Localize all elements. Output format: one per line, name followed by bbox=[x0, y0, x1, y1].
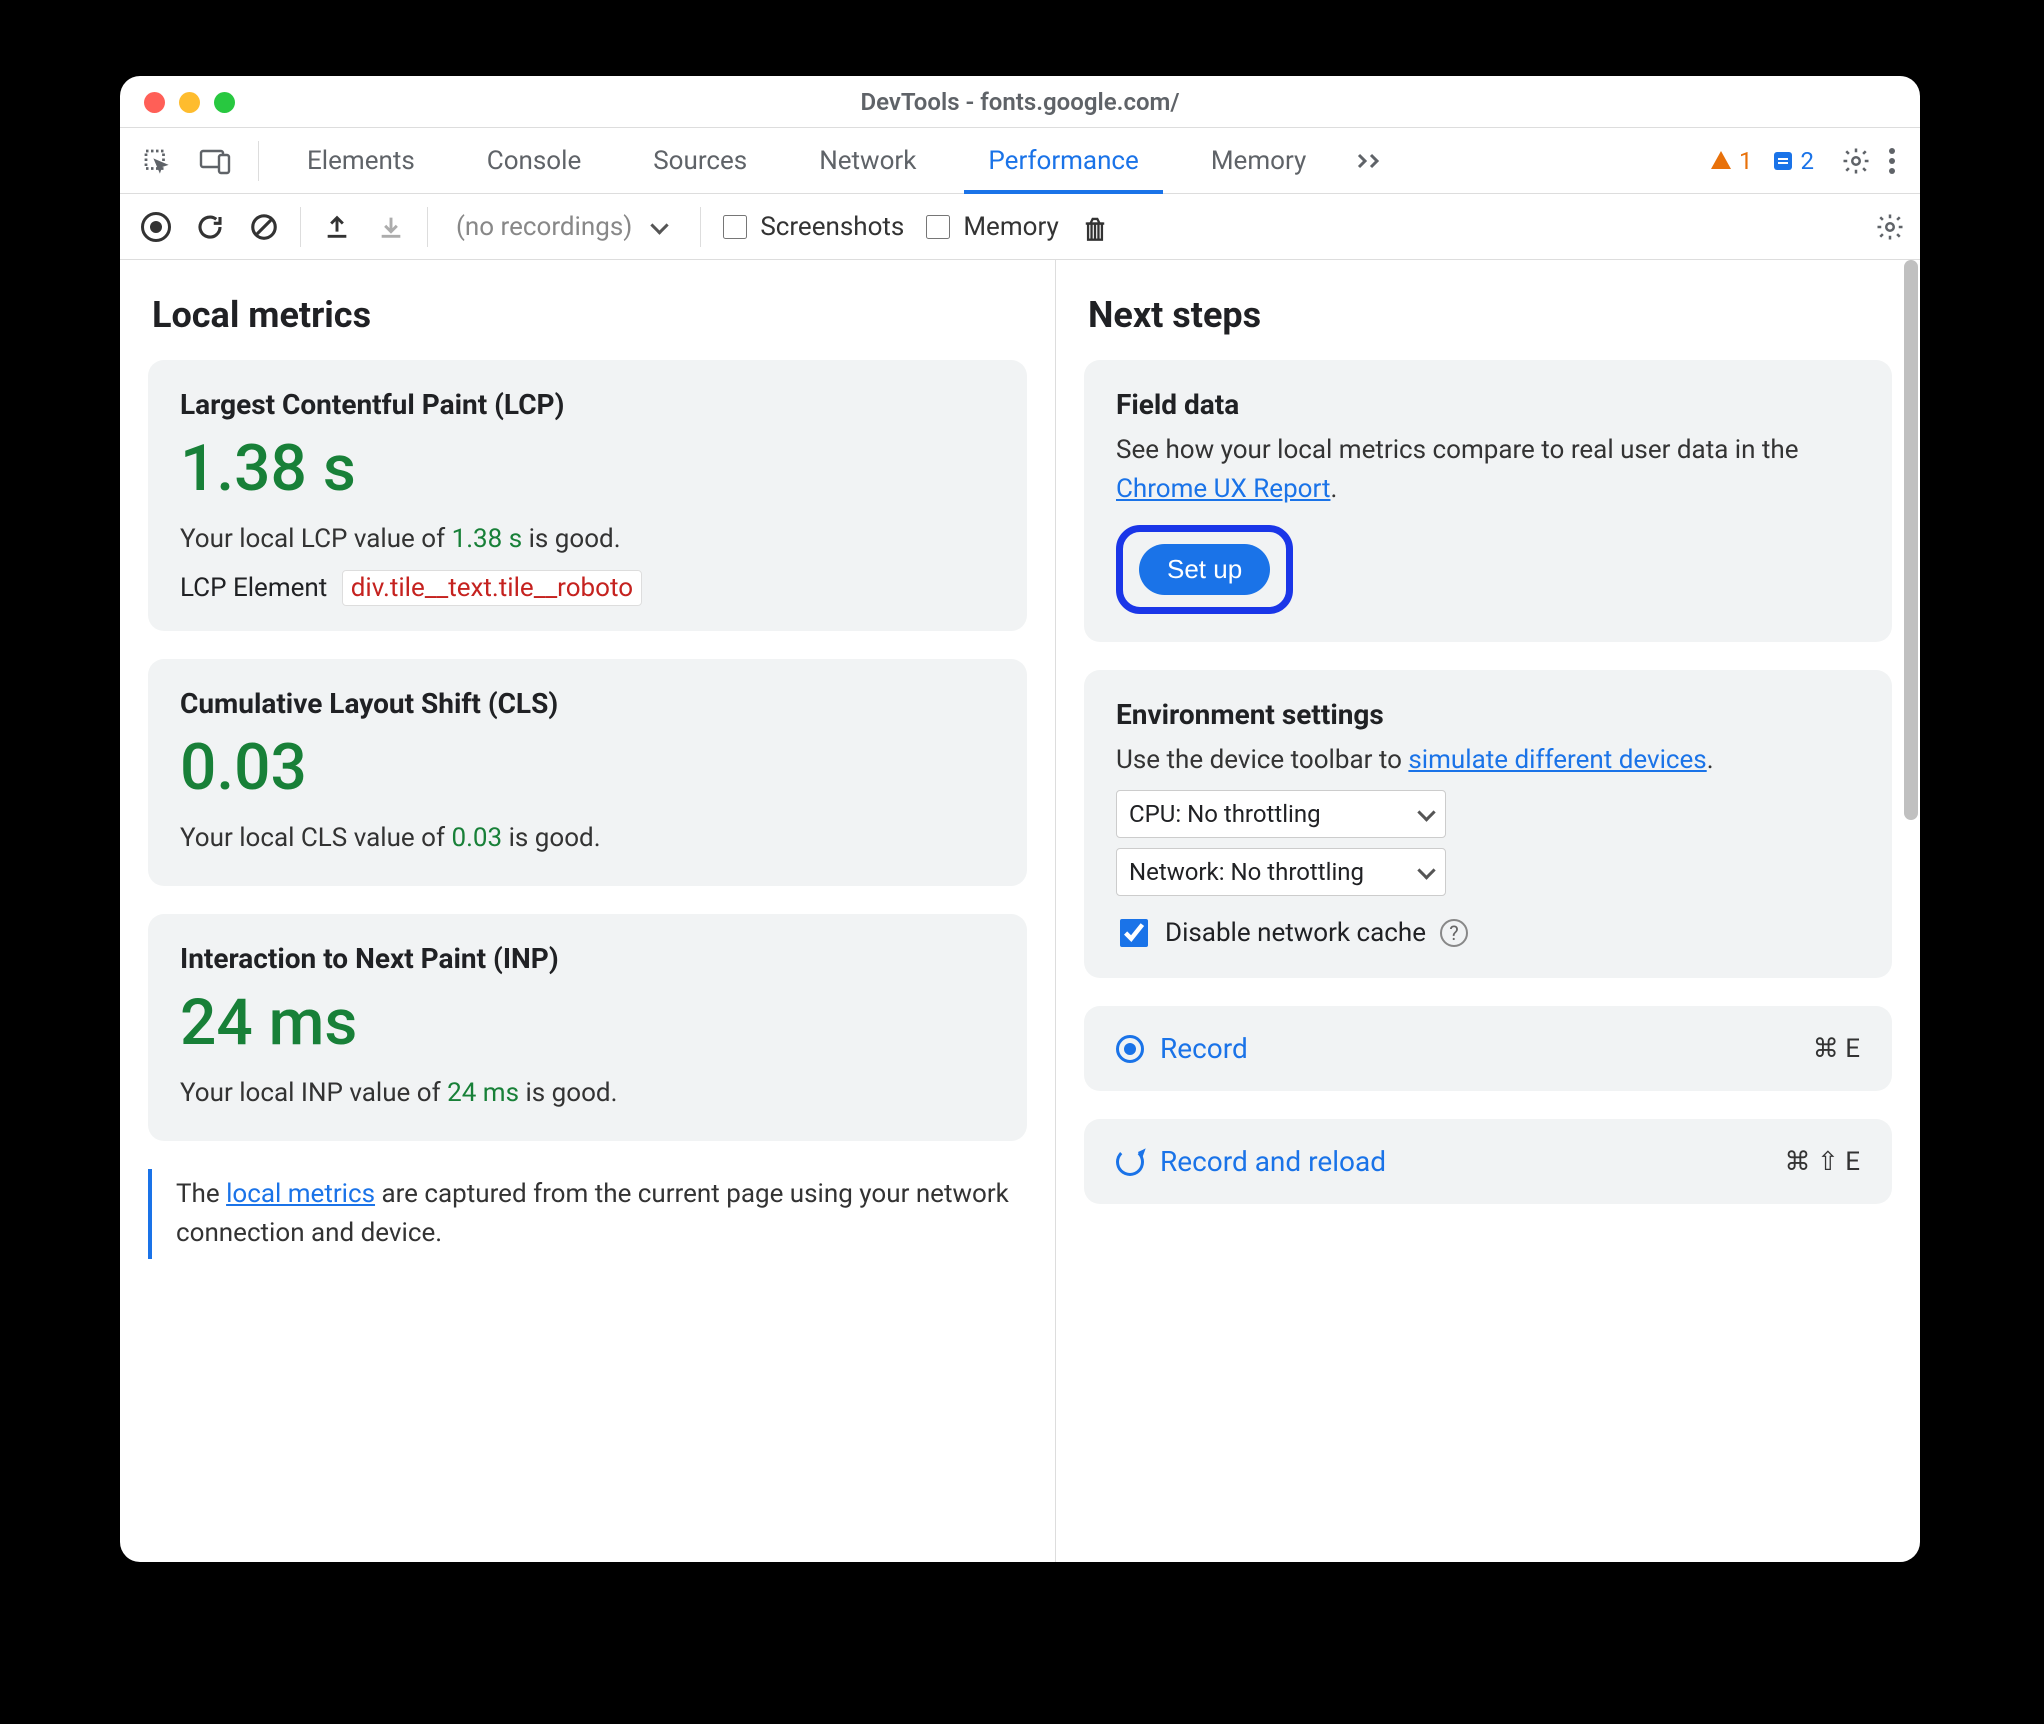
disable-cache-checkbox[interactable] bbox=[1120, 919, 1148, 947]
tabstrip: Elements Console Sources Network Perform… bbox=[120, 128, 1920, 194]
network-throttling-select[interactable]: Network: No throttling bbox=[1116, 848, 1446, 896]
record-reload-icon bbox=[1116, 1148, 1144, 1176]
inp-card: Interaction to Next Paint (INP) 24 ms Yo… bbox=[148, 914, 1027, 1141]
warnings-count: 1 bbox=[1739, 147, 1753, 175]
inp-value: 24 ms bbox=[180, 985, 995, 1060]
titlebar: DevTools - fonts.google.com/ bbox=[120, 76, 1920, 128]
cls-desc: Your local CLS value of 0.03 is good. bbox=[180, 819, 995, 858]
setup-button[interactable]: Set up bbox=[1139, 544, 1270, 595]
next-steps-heading: Next steps bbox=[1088, 294, 1892, 336]
record-button-icon[interactable] bbox=[138, 209, 174, 245]
tab-performance[interactable]: Performance bbox=[964, 128, 1162, 194]
main-content: Local metrics Largest Contentful Paint (… bbox=[120, 260, 1920, 1562]
issues-badge[interactable]: 2 bbox=[1771, 147, 1815, 175]
garbage-collect-icon[interactable] bbox=[1077, 209, 1113, 245]
upload-icon[interactable] bbox=[319, 209, 355, 245]
lcp-element-selector[interactable]: div.tile__text.tile__roboto bbox=[342, 570, 642, 606]
simulate-devices-link[interactable]: simulate different devices bbox=[1408, 745, 1706, 775]
local-metrics-column: Local metrics Largest Contentful Paint (… bbox=[120, 260, 1056, 1562]
setup-highlight: Set up bbox=[1116, 525, 1293, 614]
cls-card: Cumulative Layout Shift (CLS) 0.03 Your … bbox=[148, 659, 1027, 886]
screenshots-checkbox[interactable]: Screenshots bbox=[719, 212, 904, 242]
lcp-value: 1.38 s bbox=[180, 431, 995, 506]
tab-console[interactable]: Console bbox=[463, 128, 605, 194]
env-title: Environment settings bbox=[1116, 698, 1860, 731]
local-metrics-link[interactable]: local metrics bbox=[226, 1179, 375, 1209]
next-steps-column: Next steps Field data See how your local… bbox=[1056, 260, 1920, 1562]
kebab-menu-icon[interactable] bbox=[1874, 143, 1910, 179]
recordings-dropdown[interactable]: (no recordings) bbox=[446, 212, 682, 242]
lcp-desc: Your local LCP value of 1.38 s is good. bbox=[180, 520, 995, 559]
help-icon[interactable]: ? bbox=[1440, 919, 1468, 947]
cpu-throttling-select[interactable]: CPU: No throttling bbox=[1116, 790, 1446, 838]
record-reload-label: Record and reload bbox=[1160, 1145, 1386, 1178]
record-reload-card[interactable]: Record and reload ⌘ ⇧ E bbox=[1084, 1119, 1892, 1204]
capture-settings-icon[interactable] bbox=[1872, 209, 1908, 245]
local-metrics-heading: Local metrics bbox=[152, 294, 1027, 336]
memory-checkbox[interactable]: Memory bbox=[922, 212, 1058, 242]
close-icon[interactable] bbox=[144, 92, 165, 113]
settings-icon[interactable] bbox=[1838, 143, 1874, 179]
zoom-icon[interactable] bbox=[214, 92, 235, 113]
device-toolbar-icon[interactable] bbox=[198, 143, 234, 179]
record-card[interactable]: Record ⌘ E bbox=[1084, 1006, 1892, 1091]
record-label: Record bbox=[1160, 1032, 1248, 1065]
env-settings-card: Environment settings Use the device tool… bbox=[1084, 670, 1892, 978]
traffic-lights bbox=[144, 92, 235, 113]
download-icon[interactable] bbox=[373, 209, 409, 245]
record-shortcut: ⌘ E bbox=[1813, 1034, 1860, 1064]
issues-count: 2 bbox=[1801, 147, 1815, 175]
cls-value: 0.03 bbox=[180, 730, 995, 805]
reload-icon[interactable] bbox=[192, 209, 228, 245]
field-data-card: Field data See how your local metrics co… bbox=[1084, 360, 1892, 642]
inp-desc: Your local INP value of 24 ms is good. bbox=[180, 1074, 995, 1113]
cls-title: Cumulative Layout Shift (CLS) bbox=[180, 687, 995, 720]
tab-sources[interactable]: Sources bbox=[629, 128, 771, 194]
warnings-badge[interactable]: 1 bbox=[1709, 147, 1753, 175]
field-data-title: Field data bbox=[1116, 388, 1860, 421]
inp-title: Interaction to Next Paint (INP) bbox=[180, 942, 995, 975]
local-metrics-footer: The local metrics are captured from the … bbox=[148, 1169, 1027, 1259]
disable-cache-label: Disable network cache bbox=[1165, 918, 1426, 948]
record-reload-shortcut: ⌘ ⇧ E bbox=[1785, 1147, 1860, 1177]
minimize-icon[interactable] bbox=[179, 92, 200, 113]
more-tabs-icon[interactable] bbox=[1354, 143, 1390, 179]
tab-elements[interactable]: Elements bbox=[283, 128, 439, 194]
record-icon bbox=[1116, 1035, 1144, 1063]
crux-report-link[interactable]: Chrome UX Report bbox=[1116, 474, 1330, 504]
lcp-element-row: LCP Element div.tile__text.tile__roboto bbox=[180, 573, 995, 603]
field-data-desc: See how your local metrics compare to re… bbox=[1116, 431, 1860, 509]
inspect-icon[interactable] bbox=[138, 143, 174, 179]
perf-toolbar: (no recordings) Screenshots Memory bbox=[120, 194, 1920, 260]
lcp-title: Largest Contentful Paint (LCP) bbox=[180, 388, 995, 421]
tab-network[interactable]: Network bbox=[795, 128, 940, 194]
window-title: DevTools - fonts.google.com/ bbox=[120, 88, 1920, 116]
devtools-window: DevTools - fonts.google.com/ Elements Co… bbox=[120, 76, 1920, 1562]
clear-icon[interactable] bbox=[246, 209, 282, 245]
env-desc: Use the device toolbar to simulate diffe… bbox=[1116, 741, 1860, 780]
lcp-card: Largest Contentful Paint (LCP) 1.38 s Yo… bbox=[148, 360, 1027, 631]
tab-memory[interactable]: Memory bbox=[1187, 128, 1330, 194]
